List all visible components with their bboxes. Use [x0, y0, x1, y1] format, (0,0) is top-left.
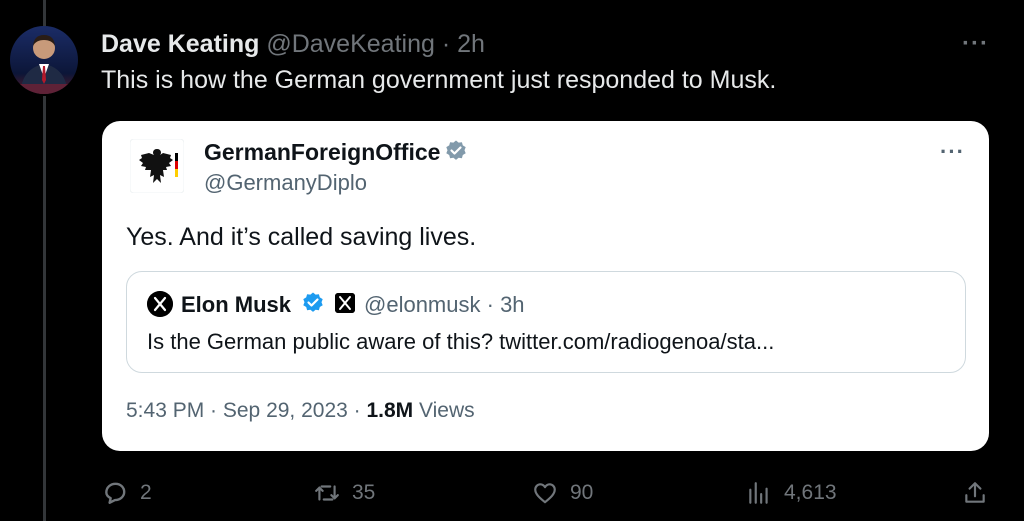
share-button[interactable]: [962, 478, 1000, 508]
thread-line-bottom: [43, 96, 46, 521]
analytics-bar-icon: [749, 482, 768, 504]
share-icon: [965, 482, 985, 503]
repost-button[interactable]: 35: [314, 478, 375, 508]
reply-count: 2: [140, 481, 152, 504]
like-button[interactable]: 90: [532, 478, 593, 508]
x-logo-avatar-icon: [147, 291, 173, 317]
verified-blue-badge-icon: [303, 292, 323, 312]
nested-author-name[interactable]: Elon Musk: [181, 292, 291, 318]
nested-time[interactable]: · 3h: [487, 292, 525, 317]
heart-icon: [534, 483, 556, 504]
author-handle[interactable]: @DaveKeating: [266, 30, 435, 58]
x-affiliation-badge-icon: [335, 293, 355, 313]
verified-gray-badge-icon: [446, 140, 466, 160]
views-label: Views: [413, 399, 475, 422]
nested-author-handle[interactable]: @elonmusk: [364, 292, 481, 317]
nested-quote-text: Is the German public aware of this? twit…: [147, 329, 775, 354]
nested-quote-card[interactable]: Elon Musk @elonmusk · 3h Is the German p…: [126, 271, 966, 373]
author-avatar[interactable]: [10, 26, 78, 94]
like-count: 90: [570, 481, 594, 504]
author-name[interactable]: Dave Keating: [101, 30, 259, 58]
quoted-tweet-meta: 5:43 PM · Sep 29, 2023 · 1.8M Views: [126, 399, 475, 423]
tweet-time[interactable]: · 2h: [442, 30, 485, 58]
nested-handle-time[interactable]: @elonmusk · 3h: [364, 292, 525, 318]
tweet-header: Dave Keating @DaveKeating · 2h: [101, 30, 485, 59]
repost-icon: [315, 485, 339, 501]
more-horizontal-icon[interactable]: ···: [962, 30, 989, 58]
quoted-tweet-text: Yes. And it’s called saving lives.: [126, 223, 477, 251]
quoted-author-name[interactable]: GermanForeignOffice: [204, 139, 440, 166]
views-button[interactable]: 4,613: [746, 478, 837, 508]
quoted-author-handle[interactable]: @GermanyDiplo: [204, 170, 367, 196]
views-total: 4,613: [784, 481, 837, 504]
reply-button[interactable]: 2: [102, 478, 152, 508]
views-count: 1.8M: [366, 399, 414, 422]
avatar-image: [10, 35, 78, 94]
reply-icon: [105, 482, 126, 504]
more-horizontal-icon[interactable]: ···: [940, 139, 965, 165]
bundesadler-logo-icon: [130, 139, 184, 193]
quoted-timestamp[interactable]: 5:43 PM · Sep 29, 2023 ·: [126, 399, 366, 422]
thread-line-top: [43, 0, 46, 26]
tweet-action-bar: 2 35 90 4,613: [0, 478, 1024, 508]
repost-count: 35: [352, 481, 376, 504]
quoted-tweet-card[interactable]: GermanForeignOffice @GermanyDiplo ··· Ye…: [102, 121, 989, 451]
tweet-text: This is how the German government just r…: [101, 66, 777, 94]
